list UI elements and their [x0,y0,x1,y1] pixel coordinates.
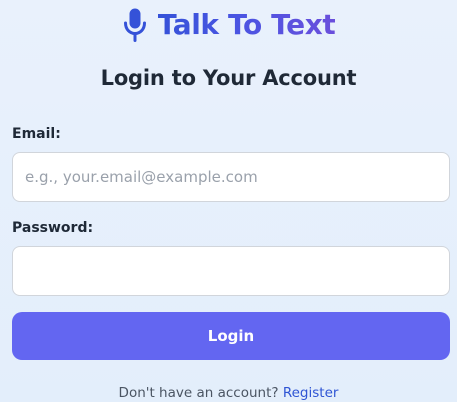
microphone-icon [122,7,148,43]
password-label: Password: [12,220,94,236]
email-label: Email: [12,126,61,142]
app-title: Talk To Text [157,8,336,41]
page-title: Login to Your Account [100,66,357,90]
login-button[interactable]: Login [12,312,450,360]
register-link[interactable]: Register [283,385,339,401]
register-prompt-text: Don't have an account? [118,385,279,401]
email-field[interactable] [12,152,450,202]
register-prompt: Don't have an account? Register [0,385,457,401]
password-field[interactable] [12,246,450,296]
brand-header: Talk To Text [0,4,457,46]
